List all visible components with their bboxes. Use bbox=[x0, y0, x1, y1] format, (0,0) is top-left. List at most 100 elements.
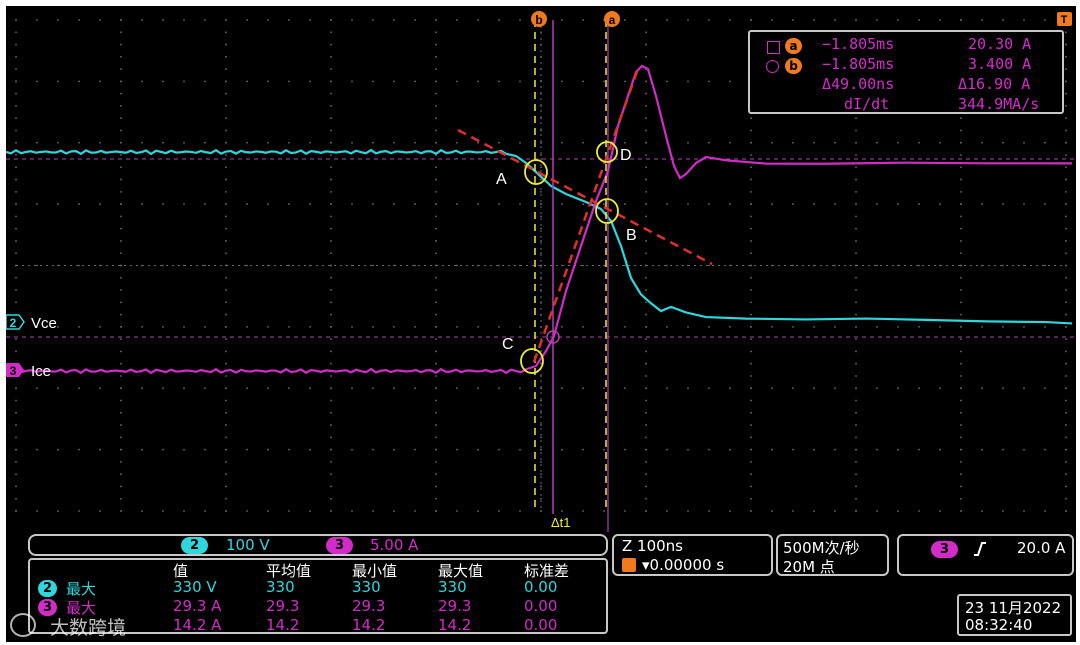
grid-dot bbox=[855, 485, 857, 488]
timebase-panel[interactable]: Z 100ns ▾0.00000 s bbox=[612, 534, 773, 576]
grid-dot bbox=[477, 387, 479, 390]
grid-dot bbox=[540, 436, 542, 439]
grid-dot bbox=[1065, 399, 1067, 402]
grid-dot bbox=[750, 289, 752, 291]
grid-dot bbox=[645, 399, 647, 402]
grid-dot bbox=[561, 387, 563, 390]
grid-dot bbox=[183, 510, 185, 512]
grid-dot bbox=[750, 473, 752, 476]
grid-dot bbox=[645, 485, 647, 488]
grid-dot bbox=[120, 448, 122, 451]
grid-dot bbox=[960, 203, 962, 206]
grid-dot bbox=[918, 141, 920, 144]
grid-dot bbox=[813, 448, 815, 451]
cursor-readout-panel: a −1.805ms 20.30 A b −1.805ms 3.400 A Δ4… bbox=[748, 30, 1064, 114]
grid-dot bbox=[519, 510, 521, 512]
grid-dot bbox=[540, 190, 542, 193]
grid-dot bbox=[1065, 485, 1067, 488]
grid-dot bbox=[1002, 141, 1004, 144]
grid-dot bbox=[645, 215, 647, 218]
grid-dot bbox=[855, 510, 857, 512]
grid-dot bbox=[540, 252, 542, 255]
grid-dot bbox=[330, 424, 332, 426]
grid-dot bbox=[687, 203, 689, 206]
grid-dot bbox=[750, 436, 752, 439]
grid-dot bbox=[1065, 362, 1067, 365]
grid-dot bbox=[1044, 448, 1046, 451]
grid-dot bbox=[225, 399, 227, 402]
grid-dot bbox=[750, 510, 752, 512]
grid-dot bbox=[855, 301, 857, 304]
grid-dot bbox=[1065, 448, 1067, 451]
grid-dot bbox=[645, 411, 647, 414]
grid-dot bbox=[162, 264, 164, 267]
grid-dot bbox=[120, 338, 122, 341]
grid-dot bbox=[435, 485, 437, 488]
grid-dot bbox=[414, 387, 416, 390]
grid-dot bbox=[393, 203, 395, 206]
grid-dot bbox=[78, 80, 80, 83]
grid-dot bbox=[1065, 215, 1067, 218]
grid-dot bbox=[435, 178, 437, 181]
grid-dot bbox=[393, 387, 395, 390]
grid-dot bbox=[624, 448, 626, 451]
grid-dot bbox=[456, 448, 458, 451]
grid-dot bbox=[120, 497, 122, 500]
label-b: B bbox=[626, 227, 637, 244]
grid-dot bbox=[750, 301, 752, 304]
grid-dot bbox=[120, 510, 122, 512]
row-mean: 330 bbox=[266, 578, 295, 596]
grid-dot bbox=[729, 19, 731, 21]
acquisition-panel[interactable]: 500M次/秒 20M 点 bbox=[776, 534, 889, 576]
grid-dot bbox=[141, 141, 143, 144]
grid-dot bbox=[750, 215, 752, 218]
grid-dot bbox=[498, 80, 500, 83]
trigger-panel[interactable]: 3 20.0 A bbox=[897, 534, 1074, 576]
grid-dot bbox=[435, 338, 437, 341]
grid-dot bbox=[1065, 68, 1067, 70]
grid-dot bbox=[561, 203, 563, 206]
grid-dot bbox=[645, 375, 647, 377]
grid-dot bbox=[855, 252, 857, 255]
grid-dot bbox=[1065, 375, 1067, 377]
grid-dot bbox=[330, 362, 332, 365]
grid-dot bbox=[1023, 510, 1025, 512]
grid-dot bbox=[960, 375, 962, 377]
grid-dot bbox=[435, 19, 437, 21]
grid-dot bbox=[1023, 448, 1025, 451]
grid-dot bbox=[834, 19, 836, 21]
grid-dot bbox=[855, 399, 857, 402]
grid-dot bbox=[582, 19, 584, 21]
grid-dot bbox=[540, 497, 542, 500]
grid-dot bbox=[309, 325, 311, 328]
grid-dot bbox=[876, 264, 878, 267]
grid-dot bbox=[456, 510, 458, 512]
grid-dot bbox=[414, 19, 416, 21]
channel-scale-bar[interactable]: 2 100 V 3 5.00 A bbox=[28, 534, 608, 556]
didt-value: 344.9MA/s bbox=[958, 95, 1040, 113]
cursor-b-circle-icon bbox=[766, 60, 779, 73]
grid-dot bbox=[351, 80, 353, 83]
grid-dot bbox=[15, 203, 17, 206]
grid-dot bbox=[330, 461, 332, 463]
ch2-scale-badge[interactable]: 2 bbox=[181, 537, 209, 554]
grid-dot bbox=[435, 362, 437, 365]
grid-dot bbox=[351, 448, 353, 451]
grid-dot bbox=[603, 448, 605, 451]
grid-dot bbox=[897, 387, 899, 390]
ch3-scale-badge[interactable]: 3 bbox=[326, 537, 354, 554]
grid-dot bbox=[225, 31, 227, 34]
grid-dot bbox=[288, 19, 290, 21]
grid-dot bbox=[435, 411, 437, 414]
cursor-a-value: 20.30 A bbox=[968, 35, 1032, 53]
grid-dot bbox=[519, 141, 521, 144]
grid-dot bbox=[120, 289, 122, 291]
grid-dot bbox=[960, 510, 962, 512]
grid-dot bbox=[330, 92, 332, 95]
grid-dot bbox=[15, 166, 17, 169]
time: 08:32:40 bbox=[965, 616, 1033, 634]
grid-dot bbox=[267, 325, 269, 328]
grid-dot bbox=[78, 387, 80, 390]
grid-dot bbox=[729, 510, 731, 512]
grid-dot bbox=[645, 510, 647, 512]
